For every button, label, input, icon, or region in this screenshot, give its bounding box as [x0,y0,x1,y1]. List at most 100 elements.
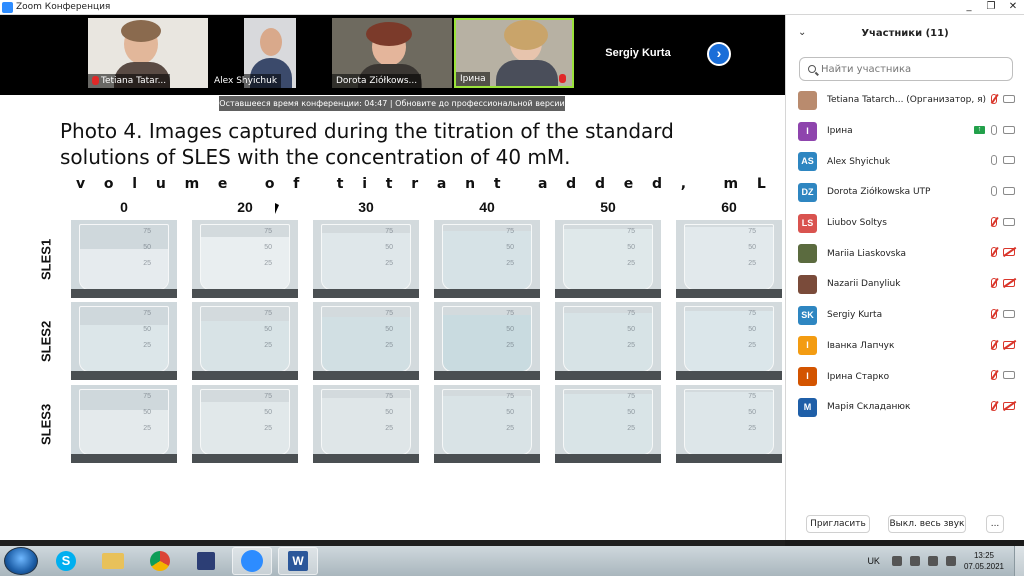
photo-mark: 25 [748,260,756,267]
system-tray: UK 13:25 07.05.2021 [867,546,1024,576]
mic-muted-icon[interactable] [991,400,997,411]
row-header: SLES2 [38,320,54,362]
participant-row[interactable]: LS Liubov Soltys [786,208,1024,239]
photo-beaker [563,389,653,455]
network-icon[interactable] [909,556,920,566]
photo-beaker [200,389,290,455]
mic-muted-icon[interactable] [991,247,997,258]
photo-stir-plate [71,454,177,463]
titration-photo: 75 50 25 [192,385,298,463]
invite-button[interactable]: Пригласить [806,515,870,533]
photo-mark: 75 [506,393,514,400]
column-header: 40 [479,199,495,215]
titration-photo: 75 50 25 [676,302,782,380]
next-page-arrow-icon[interactable]: › [707,42,731,66]
more-button[interactable]: ... [986,515,1004,533]
camera-icon[interactable] [1003,95,1015,103]
photo-mark: 25 [143,342,151,349]
camera-off-icon[interactable] [1003,279,1015,288]
minimize-button[interactable]: _ [958,0,980,15]
participant-status-icons [991,278,1015,289]
photo-mark: 75 [748,310,756,317]
search-input[interactable] [821,63,1001,75]
close-button[interactable]: ✕ [1002,0,1024,15]
photo-mark: 25 [143,260,151,267]
mic-icon[interactable] [991,124,997,135]
flag-icon[interactable] [891,556,902,566]
skype-taskbar-icon[interactable]: S [46,547,86,575]
mic-muted-icon[interactable] [991,370,997,381]
participant-row[interactable]: SK Sergiy Kurta [786,300,1024,331]
shared-slide: Photo 4. Images captured during the titr… [0,95,785,540]
participant-list: Tetiana Tatarch... (Организатор, я) I Ір… [786,85,1024,423]
camera-off-icon[interactable] [1003,340,1015,349]
video-tile[interactable]: Tetiana Tatar... [88,18,208,88]
participant-row[interactable]: I Іванка Лапчук [786,331,1024,362]
camera-icon[interactable] [1003,156,1015,165]
mic-muted-icon[interactable] [991,278,997,289]
camera-icon[interactable] [1003,125,1015,134]
mute-all-button[interactable]: Выкл. весь звук [888,515,966,533]
video-tile[interactable]: Alex Shyichuk [210,18,330,88]
titration-photo: 75 50 25 [71,302,177,380]
photo-mark: 75 [627,393,635,400]
save-app-taskbar-icon[interactable] [186,547,226,575]
avatar: I [798,367,817,387]
camera-icon[interactable] [1003,309,1015,318]
camera-icon[interactable] [1003,371,1015,380]
photo-mark: 50 [627,409,635,416]
search-icon [808,65,816,73]
participant-row[interactable]: I Ірина Старко [786,361,1024,392]
video-tile-active-speaker[interactable]: Ірина [454,18,574,88]
camera-off-icon[interactable] [1003,401,1015,410]
zoom-taskbar-icon[interactable] [232,547,272,575]
photo-mark: 75 [385,228,393,235]
clock[interactable]: 13:25 07.05.2021 [964,550,1004,572]
camera-icon[interactable] [1003,187,1015,196]
photo-mark: 25 [385,342,393,349]
window-titlebar: Zoom Конференция _ ❐ ✕ [0,0,1024,15]
battery-icon[interactable] [927,556,938,566]
folder-taskbar-icon[interactable] [93,547,133,575]
titration-photo: 75 50 25 [192,220,298,298]
mic-muted-icon[interactable] [991,94,997,104]
mic-icon[interactable] [991,155,997,166]
participant-name: Dorota Ziółkowska UTP [827,187,931,198]
mic-muted-icon[interactable] [991,308,997,319]
participant-row[interactable]: DZ Dorota Ziółkowska UTP [786,177,1024,208]
participant-row[interactable]: Tetiana Tatarch... (Организатор, я) [786,85,1024,116]
language-indicator[interactable]: UK [867,556,880,566]
participant-row[interactable]: AS Alex Shyichuk [786,146,1024,177]
participant-row[interactable]: M Марія Складанюк [786,392,1024,423]
participant-search[interactable] [799,57,1013,81]
video-tile-name: Alex Shyichuk [210,74,282,88]
camera-icon[interactable] [1003,217,1015,226]
photo-mark: 75 [143,228,151,235]
word-taskbar-icon[interactable]: W [278,547,318,575]
titration-photo: 75 50 25 [555,302,661,380]
participant-row[interactable]: I Ірина ↑ [786,116,1024,147]
restore-button[interactable]: ❐ [980,0,1002,15]
panel-footer: Пригласить Выкл. весь звук ... [786,512,1024,540]
photo-mark: 25 [264,342,272,349]
photo-beaker [321,389,411,455]
video-tile[interactable]: Dorota Ziółkows... [332,18,452,88]
video-tile-no-video[interactable]: Sergiy Kurta [578,18,698,88]
volume-icon[interactable] [945,556,956,566]
mic-icon[interactable] [991,186,997,197]
screen-share-icon: ↑ [974,125,985,134]
participant-row[interactable]: Mariia Liaskovska [786,238,1024,269]
chrome-taskbar-icon[interactable] [140,547,180,575]
mic-muted-icon[interactable] [991,339,997,350]
time-remaining-banner[interactable]: Оставшееся время конференции: 04:47 | Об… [219,96,565,111]
video-tile-name: Dorota Ziółkows... [332,74,422,88]
avatar: I [798,336,817,356]
show-desktop-button[interactable] [1014,546,1024,576]
photo-beaker [442,389,532,455]
photo-mark: 25 [264,260,272,267]
camera-off-icon[interactable] [1003,248,1015,257]
start-button[interactable] [4,547,38,575]
mic-muted-icon[interactable] [991,216,997,227]
participant-row[interactable]: Nazarii Danyliuk [786,269,1024,300]
photo-stir-plate [71,289,177,298]
